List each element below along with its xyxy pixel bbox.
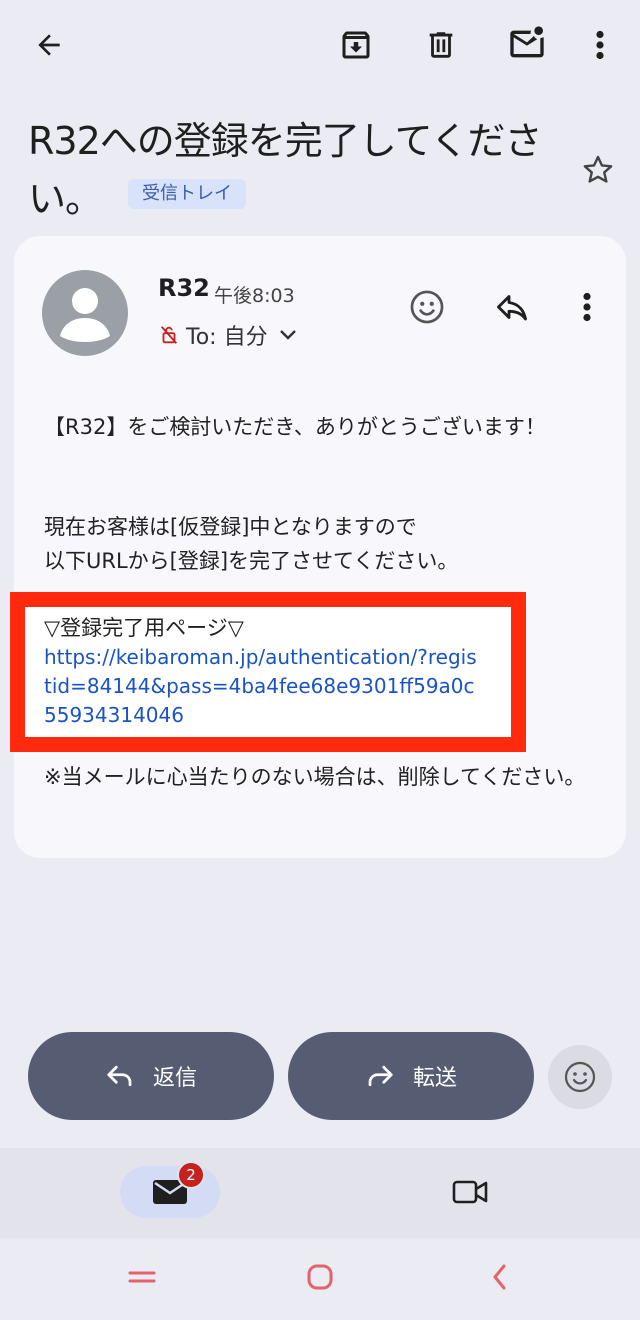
footer-note: ※当メールに心当たりのない場合は、削除してください。 bbox=[44, 765, 586, 789]
trash-icon[interactable] bbox=[420, 24, 462, 66]
reply-icon[interactable] bbox=[490, 286, 534, 328]
link-heading: ▽登録完了用ページ▽ bbox=[44, 616, 244, 640]
top-app-bar bbox=[0, 0, 640, 90]
nav-mail-tab[interactable] bbox=[120, 1166, 220, 1218]
registration-link[interactable]: https://keibaroman.jp/authentication/?re… bbox=[44, 643, 484, 730]
body-line: 現在お客様は[仮登録]中となりますので bbox=[44, 515, 417, 539]
emoji-react-icon[interactable] bbox=[406, 286, 448, 328]
message-time: 午後8:03 bbox=[214, 285, 295, 307]
back-icon[interactable] bbox=[480, 1258, 520, 1296]
bottom-navigation bbox=[0, 1148, 640, 1238]
archive-icon[interactable] bbox=[334, 24, 378, 66]
email-subject: R32への登録を完了してください。 受信トレイ bbox=[28, 112, 568, 228]
emoji-icon bbox=[564, 1061, 596, 1093]
forward-button[interactable]: 転送 bbox=[288, 1032, 534, 1120]
body-paragraph-2: 現在お客様は[仮登録]中となりますので 以下URLから[登録]を完了させてくださ… bbox=[44, 510, 604, 578]
arrow-left-icon[interactable] bbox=[26, 24, 72, 66]
recents-icon[interactable] bbox=[122, 1262, 162, 1292]
message-more-icon[interactable] bbox=[572, 286, 602, 328]
emoji-react-button[interactable] bbox=[548, 1045, 612, 1109]
reply-icon bbox=[105, 1061, 135, 1091]
recipient-text: To: 自分 bbox=[186, 325, 268, 350]
person-icon bbox=[60, 288, 110, 342]
subject-text: R32への登録を完了してください。 bbox=[28, 119, 542, 221]
sender-avatar[interactable] bbox=[42, 270, 128, 356]
forward-button-label: 転送 bbox=[412, 1066, 457, 1091]
reply-button[interactable]: 返信 bbox=[28, 1032, 274, 1120]
body-line: 以下URLから[登録]を完了させてください。 bbox=[44, 549, 459, 573]
more-vert-icon[interactable] bbox=[584, 24, 616, 66]
chevron-down-icon[interactable] bbox=[278, 323, 298, 348]
inbox-label-chip[interactable]: 受信トレイ bbox=[128, 178, 247, 209]
video-camera-icon[interactable] bbox=[448, 1172, 492, 1212]
body-paragraph-1: 【R32】をご検討いただき、ありがとうございます！ bbox=[44, 415, 546, 439]
lock-off-icon bbox=[158, 324, 180, 346]
sender-name[interactable]: R32 bbox=[158, 274, 210, 302]
reply-button-label: 返信 bbox=[152, 1066, 197, 1091]
unread-count-badge: 2 bbox=[177, 1161, 205, 1189]
star-outline-icon[interactable] bbox=[578, 150, 618, 190]
mail-icon bbox=[153, 1180, 187, 1204]
forward-icon bbox=[365, 1061, 395, 1091]
recipient-line[interactable]: To: 自分 bbox=[158, 320, 298, 350]
home-icon[interactable] bbox=[300, 1258, 340, 1296]
mail-unread-icon[interactable] bbox=[504, 22, 550, 66]
